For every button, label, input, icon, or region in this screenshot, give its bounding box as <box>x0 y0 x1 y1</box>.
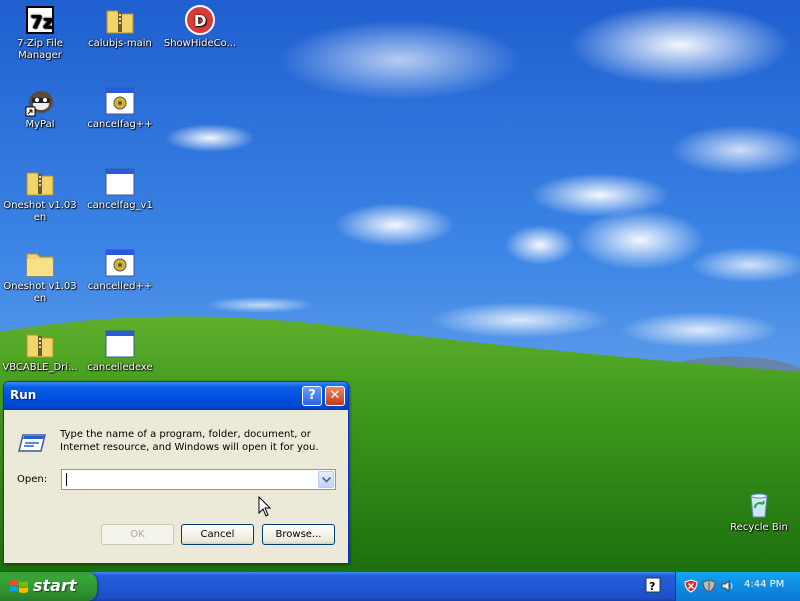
system-tray: 4:44 PM <box>675 572 800 601</box>
desktop-icon-label: MyPal <box>25 119 55 130</box>
svg-text:?: ? <box>649 580 655 593</box>
desktop-icon-label: VBCABLE_Dri... <box>2 362 78 373</box>
desktop-icon-label: 7-Zip File Manager <box>17 38 63 61</box>
window-exe-icon <box>104 328 136 360</box>
desktop-icon-cancelledexe[interactable]: cancelledexe <box>81 328 159 374</box>
close-button[interactable]: ✕ <box>325 386 345 406</box>
desktop-icon-label: calubjs-main <box>88 38 152 49</box>
open-combobox[interactable] <box>61 469 336 490</box>
volume-icon[interactable] <box>720 579 734 593</box>
desktop-icon-mypal[interactable]: MyPal <box>1 85 79 131</box>
mypal-browser-icon <box>24 85 56 117</box>
desktop-icon-label: Oneshot v1.03 en <box>3 281 77 304</box>
folder-icon <box>24 247 56 279</box>
desktop-icon-label: cancelledexe <box>87 362 153 373</box>
desktop-icon-calubjs-main[interactable]: calubjs-main <box>81 4 159 50</box>
desktop-icon-showhideco[interactable]: D ShowHideCo... <box>161 4 239 50</box>
showhide-app-icon: D <box>184 4 216 36</box>
start-label: start <box>33 576 77 595</box>
desktop-icon-label: Recycle Bin <box>730 522 788 533</box>
desktop-icon-label: cancelled++ <box>87 281 153 292</box>
security-alert-icon[interactable] <box>684 579 698 593</box>
start-button[interactable]: start <box>0 572 97 601</box>
taskbar: start ? 4:44 PM <box>0 571 800 601</box>
dialog-description: Type the name of a program, folder, docu… <box>60 429 319 453</box>
help-tray-icon[interactable]: ? <box>645 577 661 593</box>
chevron-down-icon <box>322 477 331 483</box>
desktop-icon-recycle-bin[interactable]: Recycle Bin <box>720 488 798 534</box>
ok-button[interactable]: OK <box>101 524 174 545</box>
open-label: Open: <box>17 474 48 485</box>
window-exe-icon <box>104 166 136 198</box>
svg-text:7z: 7z <box>30 12 53 33</box>
desktop-icon-vbcable[interactable]: VBCABLE_Dri... <box>1 328 79 374</box>
run-dialog-body: Type the name of a program, folder, docu… <box>4 410 348 563</box>
browse-button[interactable]: Browse... <box>262 524 335 545</box>
desktop-icon-oneshot-zip[interactable]: Oneshot v1.03 en <box>1 166 79 224</box>
open-input[interactable] <box>64 471 318 488</box>
windows-logo-icon <box>10 580 28 593</box>
cancel-button[interactable]: Cancel <box>181 524 254 545</box>
recycle-bin-icon <box>743 488 775 520</box>
shield-icon[interactable] <box>702 579 716 593</box>
desktop-icon-label: cancelfag++ <box>87 119 153 130</box>
svg-text:D: D <box>194 12 206 30</box>
help-button[interactable]: ? <box>302 386 322 406</box>
run-program-icon <box>17 431 49 457</box>
exe-gear-icon <box>104 85 136 117</box>
desktop-icon-7zip[interactable]: 7z 7-Zip File Manager <box>1 4 79 62</box>
exe-gear-icon <box>104 247 136 279</box>
zip-folder-icon <box>24 166 56 198</box>
text-caret <box>66 473 67 486</box>
7zip-icon: 7z <box>24 4 56 36</box>
run-dialog-titlebar[interactable]: Run ? ✕ <box>4 382 348 410</box>
desktop-icon-label: ShowHideCo... <box>163 38 237 49</box>
desktop-icon-oneshot-folder[interactable]: Oneshot v1.03 en <box>1 247 79 305</box>
desktop-icon-cancelfag-pp[interactable]: cancelfag++ <box>81 85 159 131</box>
zip-folder-icon <box>24 328 56 360</box>
mouse-pointer-icon <box>258 496 272 517</box>
desktop-icon-label: cancelfag_v1 <box>87 200 153 211</box>
run-dialog: Run ? ✕ Type the name of a program, fold… <box>3 381 349 564</box>
dropdown-button[interactable] <box>318 471 334 488</box>
dialog-title: Run <box>10 388 37 402</box>
taskbar-clock[interactable]: 4:44 PM <box>744 579 784 590</box>
desktop-icon-label: Oneshot v1.03 en <box>3 200 77 223</box>
zip-folder-icon <box>104 4 136 36</box>
desktop-icon-cancelfag-v1[interactable]: cancelfag_v1 <box>81 166 159 212</box>
desktop-icon-cancelled-pp[interactable]: cancelled++ <box>81 247 159 293</box>
